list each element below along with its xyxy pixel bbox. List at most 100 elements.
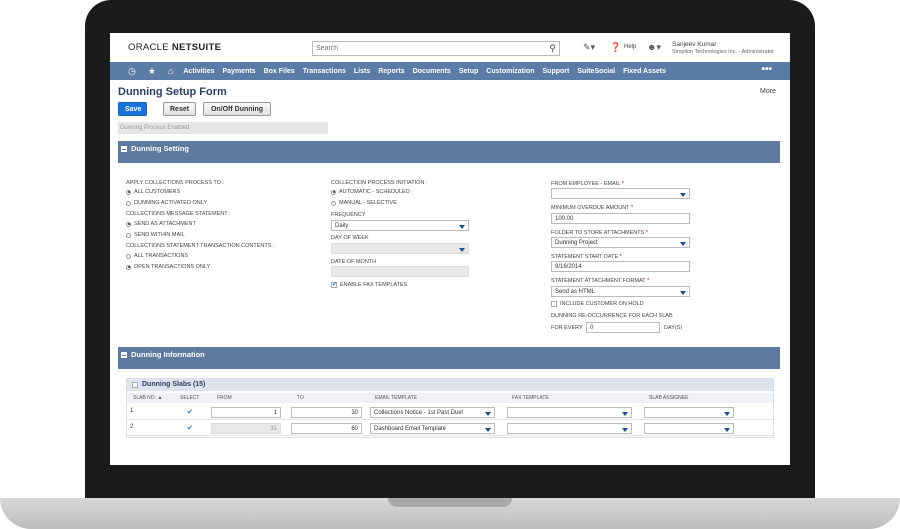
user-avatar-icon[interactable]: ☻▾	[647, 42, 661, 53]
select-check-icon[interactable]: ✔	[187, 424, 193, 432]
day-of-week-select[interactable]	[331, 243, 469, 254]
dropdown-arrow-icon[interactable]	[459, 247, 465, 252]
help-link[interactable]: Help	[624, 44, 636, 50]
nav-documents[interactable]: Documents	[413, 68, 451, 75]
home-icon[interactable]: ⌂	[168, 66, 173, 76]
col-to[interactable]: TO	[297, 395, 304, 401]
frequency-select[interactable]: Daily	[331, 220, 469, 231]
dropdown-arrow-icon[interactable]	[724, 411, 730, 416]
collapse-icon[interactable]	[121, 146, 127, 152]
top-header: ORACLE NETSUITE ⚲ ✎▾ ❓ Help ☻▾ Sanjeev K…	[110, 33, 790, 62]
apply-all-customers[interactable]: ALL CUSTOMERS	[126, 189, 180, 195]
enable-fax-templates[interactable]: ✔ ENABLE FAX TEMPLATES	[331, 282, 407, 288]
collapse-icon[interactable]	[121, 352, 127, 358]
nav-payments[interactable]: Payments	[223, 68, 256, 75]
onoff-dunning-button[interactable]: On/Off Dunning	[203, 102, 271, 116]
fax-template-select[interactable]	[507, 407, 632, 418]
select-check-icon[interactable]: ✔	[187, 408, 193, 416]
help-icon[interactable]: ❓	[610, 42, 621, 53]
status-field: Dunning Process Enabled	[118, 122, 328, 134]
apply-dunning-activated[interactable]: DUNNING ACTIVATED ONLY	[126, 200, 207, 206]
dropdown-arrow-icon[interactable]	[680, 192, 686, 197]
radio-icon[interactable]	[126, 232, 131, 238]
table-row[interactable]: 1 ✔ 1 30 Collections Notice - 1st Past D…	[127, 405, 773, 420]
contents-all-transactions[interactable]: ALL TRANSACTIONS	[126, 253, 188, 259]
nav-customization[interactable]: Customization	[486, 68, 534, 75]
format-select[interactable]: Send as HTML	[551, 286, 690, 297]
dropdown-arrow-icon[interactable]	[622, 411, 628, 416]
search-input[interactable]	[313, 42, 539, 55]
radio-icon[interactable]	[126, 264, 131, 270]
dropdown-arrow-icon[interactable]	[680, 290, 686, 295]
table-row[interactable]: 2 ✔ 31 60 Dashboard Email Template	[127, 421, 773, 436]
initiation-automatic[interactable]: AUTOMATIC - SCHEDULED	[331, 189, 410, 195]
nav-reports[interactable]: Reports	[378, 68, 404, 75]
nav-more-icon[interactable]: •••	[761, 64, 772, 75]
nav-setup[interactable]: Setup	[459, 68, 478, 75]
dropdown-arrow-icon[interactable]	[459, 224, 465, 229]
fax-template-select[interactable]	[507, 423, 632, 434]
nav-transactions[interactable]: Transactions	[303, 68, 346, 75]
reset-button[interactable]: Reset	[163, 102, 196, 116]
from-input[interactable]: 1	[211, 407, 281, 418]
min-overdue-input[interactable]: 100.00	[551, 213, 690, 224]
star-icon[interactable]: ★	[148, 66, 156, 77]
dropdown-arrow-icon[interactable]	[622, 427, 628, 432]
slab-assignee-select[interactable]	[644, 407, 734, 418]
col-fax-template[interactable]: FAX TEMPLATE	[512, 395, 549, 401]
to-input[interactable]: 30	[291, 407, 362, 418]
radio-icon[interactable]	[126, 221, 131, 227]
slab-no: 1	[130, 408, 134, 414]
slab-no: 2	[130, 424, 134, 430]
start-date-input[interactable]: 9/16/2014	[551, 261, 690, 272]
radio-icon[interactable]	[126, 253, 131, 259]
nav-lists[interactable]: Lists	[354, 68, 370, 75]
col-slab-no[interactable]: SLAB NO. ▲	[133, 395, 162, 401]
to-input[interactable]: 60	[291, 423, 362, 434]
dunning-information-section[interactable]: Dunning Information	[118, 347, 780, 369]
dropdown-arrow-icon[interactable]	[485, 427, 491, 432]
initiation-label: COLLECTION PROCESS INITIATION :	[331, 180, 428, 186]
email-template-select[interactable]: Dashboard Email Template	[370, 423, 495, 434]
radio-icon[interactable]	[126, 200, 131, 206]
from-employee-select[interactable]	[551, 188, 690, 199]
nav-suitesocial[interactable]: SuiteSocial	[577, 68, 615, 75]
save-button[interactable]: Save	[118, 102, 147, 116]
dropdown-arrow-icon[interactable]	[724, 427, 730, 432]
col-select[interactable]: SELECT	[180, 395, 199, 401]
search-icon[interactable]: ⚲	[549, 43, 556, 54]
col-from[interactable]: FROM	[217, 395, 232, 401]
nav-activities[interactable]: Activities	[183, 68, 214, 75]
initiation-manual[interactable]: MANUAL - SELECTIVE	[331, 200, 397, 206]
recent-records-icon[interactable]: ✎▾	[583, 42, 595, 53]
dropdown-arrow-icon[interactable]	[485, 411, 491, 416]
for-every-input[interactable]: 0	[586, 322, 660, 333]
date-of-month-field[interactable]	[331, 266, 469, 277]
msg-send-within-mail[interactable]: SEND WITHIN MAIL	[126, 232, 185, 238]
msg-send-attachment[interactable]: SEND AS ATTACHMENT	[126, 221, 196, 227]
radio-icon[interactable]	[126, 189, 131, 195]
col-email-template[interactable]: EMAIL TEMPLATE	[375, 395, 417, 401]
user-name[interactable]: Sanjeev Kumar	[672, 41, 716, 48]
slab-assignee-select[interactable]	[644, 423, 734, 434]
contents-open-transactions[interactable]: OPEN TRANSACTIONS ONLY	[126, 264, 210, 270]
radio-icon[interactable]	[331, 200, 336, 206]
from-input: 31	[211, 423, 281, 434]
folder-select[interactable]: Dunning Project	[551, 237, 690, 248]
nav-fixed-assets[interactable]: Fixed Assets	[623, 68, 666, 75]
netsuite-logo[interactable]: ORACLE NETSUITE	[128, 42, 221, 53]
slabs-header[interactable]: Dunning Slabs (15)	[127, 379, 773, 391]
nav-box-files[interactable]: Box Files	[264, 68, 295, 75]
nav-support[interactable]: Support	[543, 68, 570, 75]
checkbox-icon[interactable]	[551, 301, 557, 307]
more-link[interactable]: More	[760, 88, 776, 95]
radio-icon[interactable]	[331, 189, 336, 195]
email-template-select[interactable]: Collections Notice - 1st Past Due!	[370, 407, 495, 418]
checkbox-icon[interactable]: ✔	[331, 282, 337, 288]
include-customer-on-hold[interactable]: INCLUDE CUSTOMER ON HOLD	[551, 301, 644, 307]
recent-icon[interactable]: ◷	[128, 66, 136, 77]
dunning-setting-section[interactable]: Dunning Setting	[118, 141, 780, 163]
dropdown-arrow-icon[interactable]	[680, 241, 686, 246]
collapse-icon[interactable]	[132, 382, 138, 388]
col-slab-assignee[interactable]: SLAB ASSIGNEE	[649, 395, 688, 401]
